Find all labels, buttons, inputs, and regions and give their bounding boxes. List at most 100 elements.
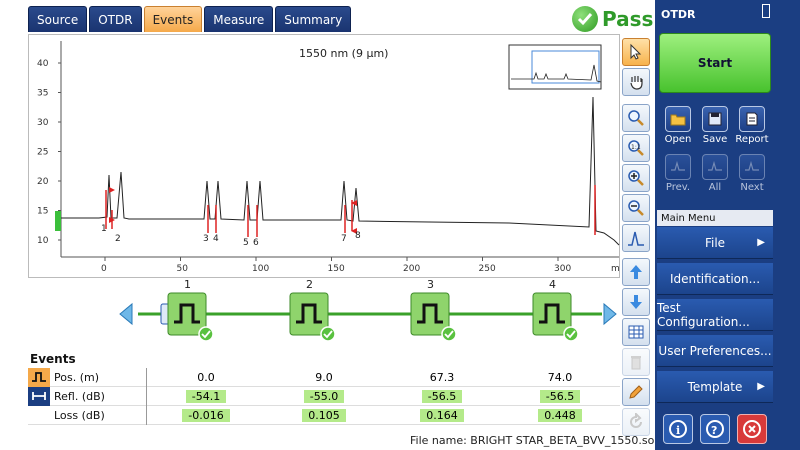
menu-item-file[interactable]: File ▶ xyxy=(657,227,773,259)
table-cell: 0.0 xyxy=(197,370,215,384)
zoom-in-button[interactable] xyxy=(622,164,650,192)
event-box xyxy=(532,292,572,336)
next-event-button[interactable] xyxy=(622,288,650,316)
all-traces-button[interactable]: All xyxy=(697,154,733,193)
next-trace-icon xyxy=(745,160,759,171)
event-marker-label: 4 xyxy=(213,234,219,244)
table-cell: -54.1 xyxy=(147,389,265,403)
tab-measure[interactable]: Measure xyxy=(204,6,274,32)
info-button[interactable]: i xyxy=(663,414,693,444)
table-cell: -56.5 xyxy=(383,389,501,403)
tab-otdr[interactable]: OTDR xyxy=(89,6,142,32)
pan-tool-button[interactable] xyxy=(622,68,650,96)
x-tick-label: 250 xyxy=(479,264,496,274)
floppy-icon xyxy=(708,112,722,126)
event-marker-label: 8 xyxy=(355,231,361,241)
pass-check-icon xyxy=(563,326,579,342)
tab-bar: Source OTDR Events Measure Summary xyxy=(28,6,352,32)
table-cell: 0.105 xyxy=(265,408,383,422)
pass-label: Pass xyxy=(602,7,654,31)
y-tick-label: 30 xyxy=(37,118,49,128)
otdr-trace-graph[interactable]: 40 35 30 25 20 15 10 0 50 100 150 200 250 300 m 1550… xyxy=(28,34,620,278)
events-table: Pos. (m) 0.0 9.0 67.3 74.0 Refl. (dB) -5… xyxy=(28,367,620,425)
event-marker-label: 1 xyxy=(101,224,107,234)
y-tick-label: 25 xyxy=(37,148,48,158)
y-tick-label: 20 xyxy=(37,177,49,187)
panel-title: OTDR xyxy=(661,8,696,21)
event-number: 2 xyxy=(306,278,313,291)
close-icon xyxy=(743,420,761,438)
help-icon: ? xyxy=(706,420,724,438)
zoom-fit-button[interactable] xyxy=(622,104,650,132)
event-marker-label: 3 xyxy=(203,234,209,244)
event-linear-view[interactable]: 1 2 3 4 xyxy=(28,278,620,348)
event-node[interactable]: 4 xyxy=(532,278,579,342)
open-button[interactable]: Open xyxy=(660,106,696,145)
zoom-reset-button[interactable]: 1:1 xyxy=(622,134,650,162)
y-tick-label: 35 xyxy=(37,89,48,99)
all-traces-icon xyxy=(708,160,722,171)
exit-button[interactable] xyxy=(737,414,767,444)
event-node[interactable]: 1 xyxy=(167,278,214,342)
menu-item-test-configuration[interactable]: Test Configuration... xyxy=(657,299,773,331)
prev-trace-icon xyxy=(671,160,685,171)
table-cell: 9.0 xyxy=(315,370,333,384)
y-tick-label: 15 xyxy=(37,207,48,217)
event-node[interactable]: 3 xyxy=(410,278,457,342)
edit-icon xyxy=(629,385,643,399)
tab-source[interactable]: Source xyxy=(28,6,88,32)
event-table-button[interactable] xyxy=(622,318,650,346)
event-type-icon xyxy=(28,367,50,387)
tab-events[interactable]: Events xyxy=(143,6,203,32)
zoom-fit-icon xyxy=(628,110,644,126)
refresh-button[interactable] xyxy=(622,408,650,436)
otdr-app-window: Source OTDR Events Measure Summary Pass … xyxy=(0,0,800,450)
report-button[interactable]: Report xyxy=(734,106,770,145)
row-label: Loss (dB) xyxy=(54,408,105,422)
x-unit: m xyxy=(611,264,620,274)
scroll-left-icon[interactable] xyxy=(119,302,133,326)
menu-item-template[interactable]: Template ▶ xyxy=(657,371,773,403)
table-cell: -56.5 xyxy=(501,389,619,403)
help-button[interactable]: ? xyxy=(700,414,730,444)
event-marker-label: 7 xyxy=(341,234,347,244)
table-icon xyxy=(628,325,644,339)
peak-icon xyxy=(628,231,644,246)
x-tick-label: 150 xyxy=(328,264,345,274)
table-cell: -55.0 xyxy=(265,389,383,403)
delete-event-button[interactable] xyxy=(622,348,650,376)
overview-inset[interactable] xyxy=(508,44,602,90)
pass-check-icon xyxy=(320,326,336,342)
table-cell: 0.164 xyxy=(383,408,501,422)
menu-item-identification[interactable]: Identification... xyxy=(657,263,773,295)
table-row[interactable]: Pos. (m) 0.0 9.0 67.3 74.0 xyxy=(28,367,620,387)
table-cell: 74.0 xyxy=(547,370,573,384)
event-number: 1 xyxy=(184,278,191,291)
previous-event-button[interactable] xyxy=(622,258,650,286)
menu-item-user-preferences[interactable]: User Preferences... xyxy=(657,335,773,367)
peak-tool-button[interactable] xyxy=(622,224,650,252)
row-label: Pos. (m) xyxy=(54,370,99,384)
scroll-right-icon[interactable] xyxy=(603,302,617,326)
save-button[interactable]: Save xyxy=(697,106,733,145)
refresh-icon xyxy=(630,413,642,428)
table-row[interactable]: Loss (dB) -0.016 0.105 0.164 0.448 xyxy=(28,405,620,425)
folder-icon xyxy=(670,114,686,126)
x-tick-label: 0 xyxy=(101,264,107,274)
tab-summary[interactable]: Summary xyxy=(275,6,352,32)
launch-marker xyxy=(55,211,61,231)
event-marker-label: 5 xyxy=(243,238,249,248)
cursor-tool-button[interactable] xyxy=(622,38,650,66)
zoom-out-button[interactable] xyxy=(622,194,650,222)
start-button[interactable]: Start xyxy=(659,33,771,93)
table-row[interactable]: Refl. (dB) -54.1 -55.0 -56.5 -56.5 xyxy=(28,386,620,406)
next-trace-button[interactable]: Next xyxy=(734,154,770,193)
event-box xyxy=(167,292,207,336)
event-node[interactable]: 2 xyxy=(289,278,336,342)
graph-toolbar: 1:1 xyxy=(622,38,652,438)
edit-event-button[interactable] xyxy=(622,378,650,406)
info-icon: i xyxy=(669,420,687,438)
pass-check-icon xyxy=(198,326,214,342)
section-icon xyxy=(28,386,50,406)
prev-trace-button[interactable]: Prev. xyxy=(660,154,696,193)
